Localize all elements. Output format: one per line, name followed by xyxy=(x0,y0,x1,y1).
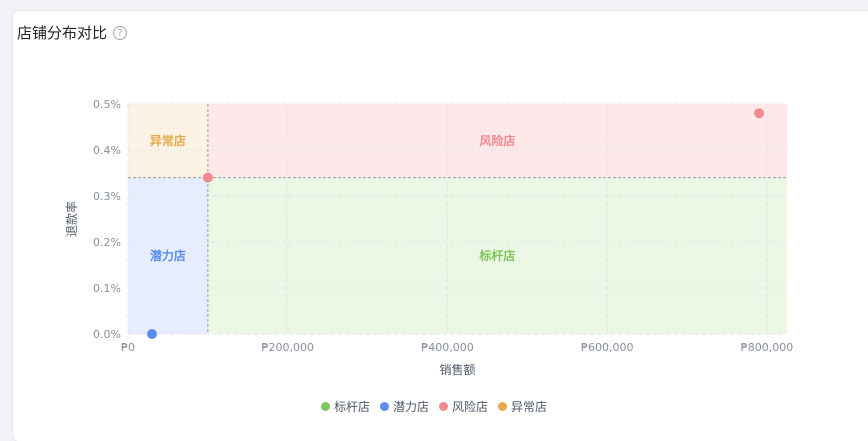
data-point[interactable] xyxy=(754,108,765,119)
quadrant-label-risk: 风险店 xyxy=(479,133,515,148)
legend-item[interactable]: 潜力店 xyxy=(379,398,429,415)
x-tick-label: ₱400,000 xyxy=(421,341,474,354)
quadrant-label-abnormal: 异常店 xyxy=(150,133,186,148)
legend-label: 风险店 xyxy=(452,400,489,414)
x-tick-label: ₱0 xyxy=(121,341,135,354)
legend-dot-icon xyxy=(379,402,389,411)
legend-item[interactable]: 标杆店 xyxy=(320,398,370,415)
legend-label: 异常店 xyxy=(511,400,548,414)
y-tick-label: 0.3% xyxy=(93,190,121,203)
quadrant-label-potential: 潜力店 xyxy=(150,248,186,263)
y-tick-label: 0.4% xyxy=(93,144,121,157)
legend-dot-icon xyxy=(320,402,330,411)
scatter-chart: 异常店 风险店潜力店 标杆店 ₱0 ₱200,000 ₱400,000 ₱600,000 ₱8… xyxy=(64,98,794,377)
y-tick-label: 0.5% xyxy=(93,98,121,111)
y-tick-label: 0.1% xyxy=(93,282,121,295)
data-point[interactable] xyxy=(202,172,213,183)
y-tick-label: 0.0% xyxy=(93,328,121,341)
y-tick-label: 0.2% xyxy=(93,236,121,249)
legend-item[interactable]: 异常店 xyxy=(498,398,547,415)
data-point[interactable] xyxy=(146,329,157,339)
x-axis-title: 销售额 xyxy=(439,362,475,377)
x-tick-label: ₱600,000 xyxy=(581,341,634,354)
legend-label: 标杆店 xyxy=(333,400,370,414)
quadrant-label-benchmark: 标杆店 xyxy=(478,248,515,263)
x-tick-label: ₱800,000 xyxy=(741,341,794,354)
legend-item[interactable]: 风险店 xyxy=(439,398,488,415)
y-axis-title: 退款率 xyxy=(64,201,79,237)
x-tick-label: ₱200,000 xyxy=(262,341,315,354)
legend-label: 潜力店 xyxy=(392,400,429,414)
legend-dot-icon xyxy=(439,402,448,411)
chart-legend: 标杆店 潜力店 风险店 异常店 xyxy=(0,398,868,415)
legend-dot-icon xyxy=(498,402,508,411)
